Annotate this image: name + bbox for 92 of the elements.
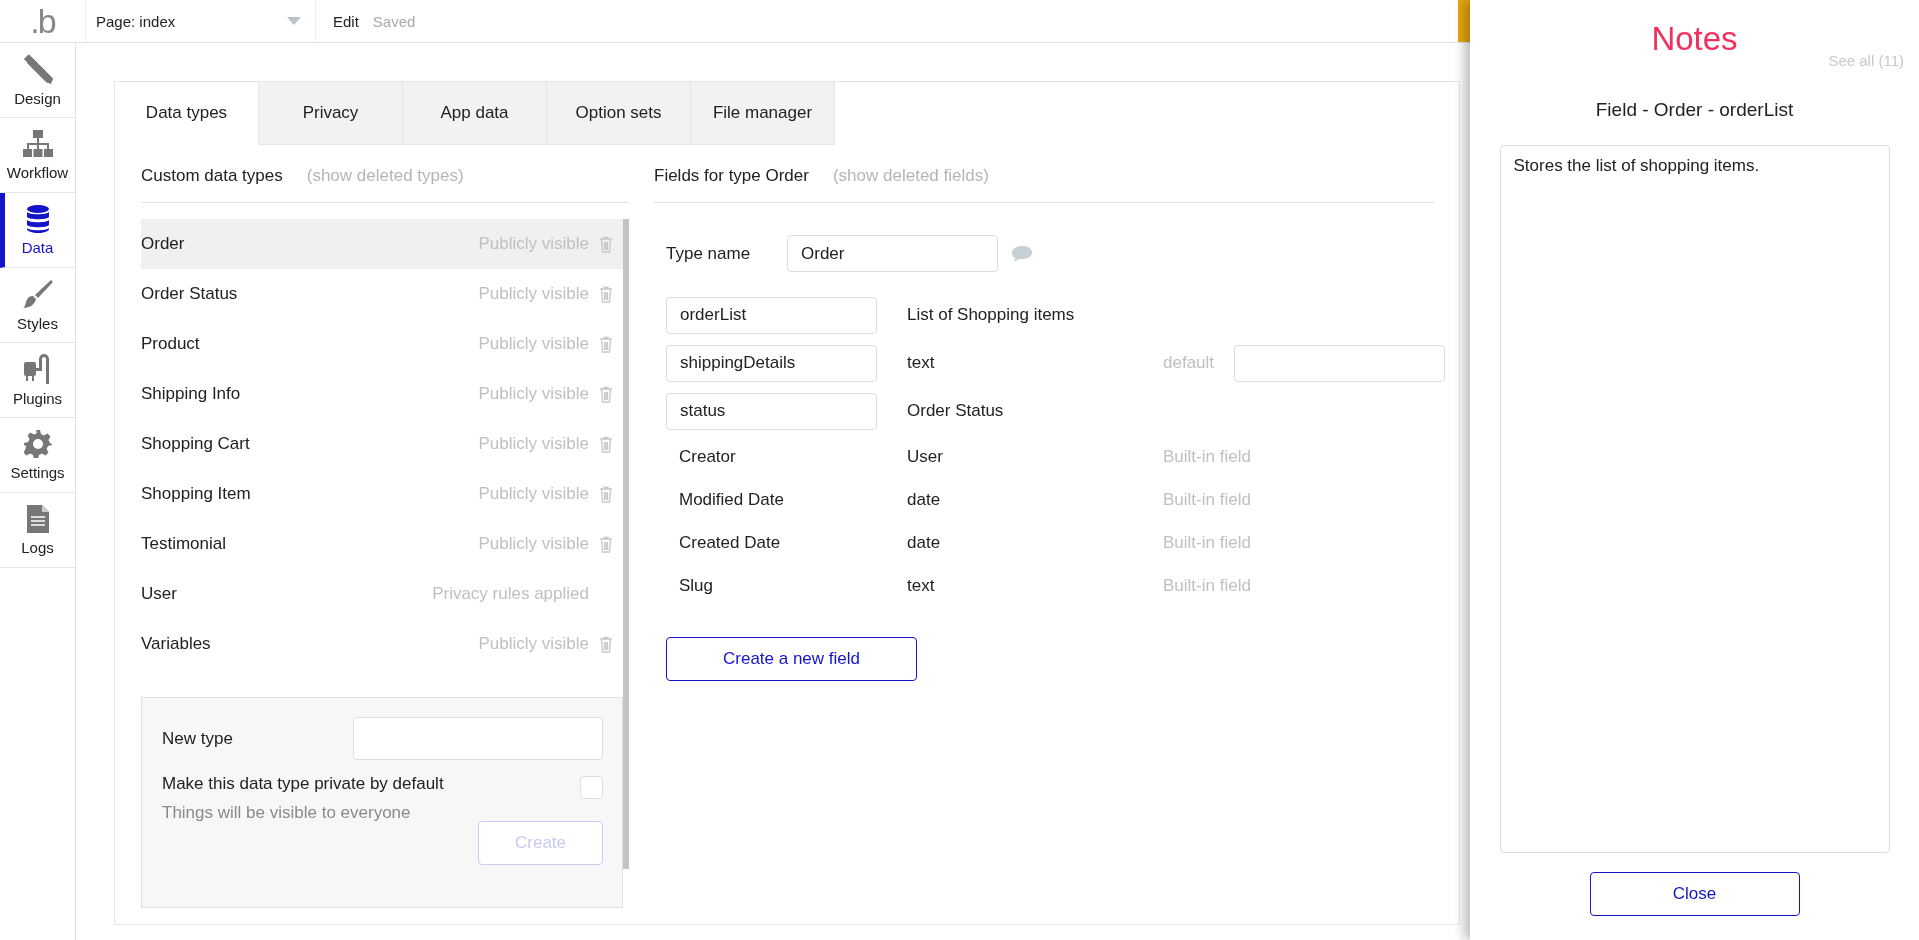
sidebar-tab[interactable]: Design xyxy=(0,43,75,118)
trash-icon[interactable] xyxy=(599,485,613,503)
database-icon xyxy=(26,204,49,233)
visibility-label: Publicly visible xyxy=(478,284,589,304)
close-button[interactable]: Close xyxy=(1589,872,1800,916)
type-name: Product xyxy=(141,334,201,354)
data-type-row[interactable]: Shopping Cart Publicly visible xyxy=(141,419,623,469)
checkbox-label: Make this data type private by default xyxy=(162,774,444,795)
sidebar-tab[interactable]: Workflow xyxy=(0,118,75,193)
field-name-input[interactable]: status xyxy=(666,392,877,430)
hint-text: Things will be visible to everyone xyxy=(162,803,412,823)
partial-button[interactable] xyxy=(1458,0,1470,42)
field-type: User xyxy=(907,446,944,467)
tab[interactable]: App data xyxy=(403,82,547,145)
field-name-input[interactable]: orderList xyxy=(666,296,877,334)
visibility-label: Publicly visible xyxy=(478,484,589,504)
create-field-button[interactable]: Create a new field xyxy=(666,637,917,681)
field-name: Created Date xyxy=(678,531,782,554)
app-logo[interactable]: .b xyxy=(0,0,86,42)
edit-menu[interactable]: Edit xyxy=(333,12,359,30)
type-name: Testimonial xyxy=(141,534,228,554)
plug-icon xyxy=(23,353,52,384)
trash-icon[interactable] xyxy=(599,285,613,303)
field-label: New type xyxy=(162,728,233,749)
caret-icon xyxy=(287,17,301,25)
type-name: Shopping Cart xyxy=(141,434,251,454)
sidebar-tab[interactable]: Logs xyxy=(0,493,75,568)
type-name: Shopping Item xyxy=(141,484,252,504)
field-name: Creator xyxy=(678,445,737,468)
type-name: Order xyxy=(141,234,186,254)
private-checkbox[interactable] xyxy=(580,776,603,799)
visibility-label: Publicly visible xyxy=(478,434,589,454)
section-title: Custom data types xyxy=(141,165,283,186)
type-name: User xyxy=(141,584,178,604)
new-type-input[interactable] xyxy=(353,717,603,760)
panel-title: Notes xyxy=(1651,20,1738,58)
field-type: List of Shopping items xyxy=(907,305,1076,325)
visibility-label: Publicly visible xyxy=(478,534,589,554)
data-type-row[interactable]: Product Publicly visible xyxy=(141,319,623,369)
type-name: Variables xyxy=(141,634,212,654)
visibility-label: Publicly visible xyxy=(478,384,589,404)
sitemap-icon xyxy=(22,129,53,158)
trash-icon[interactable] xyxy=(599,435,613,453)
sidebar-tab[interactable]: Plugins xyxy=(0,343,75,418)
visibility-label: Privacy rules applied xyxy=(432,584,589,604)
field-name-input[interactable]: shippingDetails xyxy=(666,344,877,382)
field-type: text xyxy=(907,575,936,596)
save-status: Saved xyxy=(372,12,416,30)
default-input[interactable] xyxy=(1234,344,1445,382)
field-type: date xyxy=(907,532,942,553)
settings-icon xyxy=(23,429,52,458)
data-type-row[interactable]: Testimonial Publicly visible xyxy=(141,519,623,569)
sidebar-tab[interactable]: Settings xyxy=(0,418,75,493)
type-name-input[interactable]: Order xyxy=(787,235,998,272)
visibility-label: Publicly visible xyxy=(478,634,589,654)
type-name: Order Status xyxy=(141,284,239,304)
trash-icon[interactable] xyxy=(599,335,613,353)
data-type-row[interactable]: Order Status Publicly visible xyxy=(141,269,623,319)
note-subject: Field - Order - orderList xyxy=(1595,99,1794,121)
trash-icon[interactable] xyxy=(599,235,613,253)
tab[interactable]: Privacy xyxy=(259,82,403,145)
tab[interactable]: File manager xyxy=(691,82,835,145)
built-in-label: Built-in field xyxy=(1163,532,1251,553)
field-type: date xyxy=(907,489,942,510)
section-title: Fields for type Order xyxy=(654,165,809,186)
data-type-row[interactable]: User Privacy rules applied xyxy=(141,569,623,619)
trash-icon[interactable] xyxy=(599,385,613,403)
visibility-label: Publicly visible xyxy=(478,334,589,354)
tab[interactable]: Option sets xyxy=(547,82,691,145)
document-icon xyxy=(26,504,49,533)
sidebar-tab[interactable]: Data xyxy=(0,193,75,268)
note-textarea[interactable]: Stores the list of shopping items. xyxy=(1499,145,1890,853)
field-type: Order Status xyxy=(907,401,1005,421)
data-type-row[interactable]: Shipping Info Publicly visible xyxy=(141,369,623,419)
field-label: Type name xyxy=(666,243,752,264)
trash-icon[interactable] xyxy=(599,635,613,653)
comment-icon[interactable] xyxy=(1011,244,1033,263)
field-name: Modified Date xyxy=(678,488,785,511)
built-in-label: Built-in field xyxy=(1163,489,1251,510)
default-label: default xyxy=(1163,353,1216,373)
data-type-row[interactable]: Shopping Item Publicly visible xyxy=(141,469,623,519)
page-selector[interactable]: Page: index xyxy=(86,0,316,42)
field-type: text xyxy=(907,353,936,373)
data-type-row[interactable]: Variables Publicly visible xyxy=(141,619,623,669)
built-in-label: Built-in field xyxy=(1163,575,1251,596)
brush-icon xyxy=(22,278,53,309)
trash-icon[interactable] xyxy=(599,535,613,553)
type-name: Shipping Info xyxy=(141,384,242,404)
field-name: Slug xyxy=(678,574,715,597)
scrollbar[interactable] xyxy=(623,219,629,869)
built-in-label: Built-in field xyxy=(1163,446,1251,467)
sidebar-tab[interactable]: Styles xyxy=(0,268,75,343)
